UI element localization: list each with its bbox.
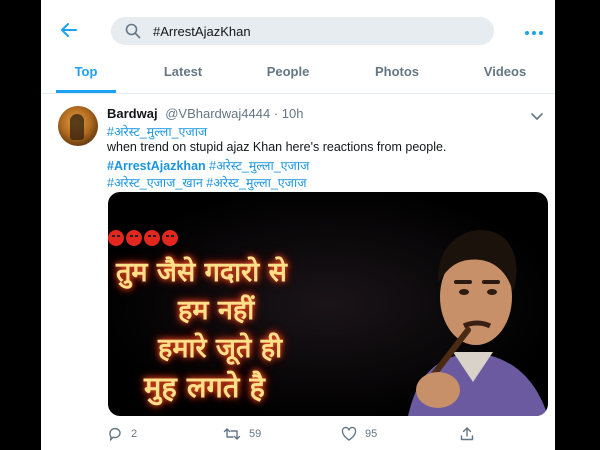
more-dots-icon[interactable] — [524, 25, 544, 35]
tab-people[interactable]: People — [253, 55, 323, 93]
tab-latest[interactable]: Latest — [151, 55, 215, 93]
angry-face-icon — [144, 230, 160, 246]
hashtag-link[interactable]: #अरेस्ट_मुल्ला_एजाज — [206, 176, 306, 190]
retweet-icon — [223, 428, 241, 440]
portrait-image — [408, 230, 548, 416]
author-handle[interactable]: @VBhardwaj4444 · 10h — [165, 106, 303, 121]
image-caption-line: हम नहीं — [178, 295, 255, 326]
hashtag-link[interactable]: #अरेस्ट_मुल्ला_एजाज — [107, 125, 207, 139]
share-button[interactable] — [459, 426, 483, 444]
reply-icon — [109, 427, 121, 441]
angry-emoji-row — [108, 230, 180, 248]
tab-videos[interactable]: Videos — [473, 55, 537, 93]
hashtag-link[interactable]: #अरेस्ट_मुल्ला_एजाज — [209, 159, 309, 173]
like-icon — [341, 426, 357, 441]
tweet-text-line-4: #अरेस्ट_एजाज_खान #अरेस्ट_मुल्ला_एजाज — [107, 174, 306, 191]
tab-photos[interactable]: Photos — [363, 55, 431, 93]
author-name[interactable]: Bardwaj — [107, 106, 158, 121]
image-caption-line: मुह लगते है — [144, 370, 265, 404]
hashtag-link[interactable]: #अरेस्ट_एजाज_खान — [107, 176, 203, 190]
back-arrow-icon[interactable] — [59, 20, 79, 40]
reply-button[interactable]: 2 — [107, 426, 137, 444]
like-count: 95 — [365, 428, 378, 440]
search-box[interactable] — [111, 17, 494, 45]
tab-top[interactable]: Top — [56, 55, 116, 93]
tweet-card[interactable]: Bardwaj @VBhardwaj4444 · 10h #अरेस्ट_मुल… — [41, 94, 555, 450]
tweet-actions: 2 59 95 — [107, 426, 537, 444]
angry-face-icon — [162, 230, 178, 246]
retweet-button[interactable]: 59 — [223, 426, 261, 444]
tweet-text-line-3: #ArrestAjazkhan #अरेस्ट_मुल्ला_एजाज — [107, 157, 309, 174]
like-button[interactable]: 95 — [341, 426, 377, 444]
angry-face-icon — [126, 230, 142, 246]
search-input[interactable] — [153, 17, 473, 45]
twitter-search-screen: Top Latest People Photos Videos Bardwaj … — [41, 0, 555, 450]
search-tabs: Top Latest People Photos Videos — [41, 55, 555, 94]
tweet-text-line-2: when trend on stupid ajaz Khan here's re… — [107, 140, 447, 154]
image-caption-line: हमारे जूते ही — [158, 333, 283, 364]
angry-face-icon — [108, 230, 124, 246]
tweet-text-line-1: #अरेस्ट_मुल्ला_एजाज — [107, 123, 207, 140]
search-header — [41, 0, 555, 55]
image-caption-line: तुम जैसे गदारो से — [116, 257, 287, 288]
tweet-header: Bardwaj @VBhardwaj4444 · 10h — [107, 106, 303, 121]
avatar[interactable] — [58, 106, 98, 146]
reply-count: 2 — [131, 428, 138, 440]
hashtag-link[interactable]: #ArrestAjazkhan — [107, 159, 206, 173]
chevron-down-icon[interactable] — [531, 108, 543, 121]
tweet-image[interactable]: तुम जैसे गदारो से हम नहीं हमारे जूते ही … — [108, 192, 548, 416]
retweet-count: 59 — [249, 428, 262, 440]
share-icon — [460, 427, 474, 441]
search-icon — [125, 23, 141, 39]
